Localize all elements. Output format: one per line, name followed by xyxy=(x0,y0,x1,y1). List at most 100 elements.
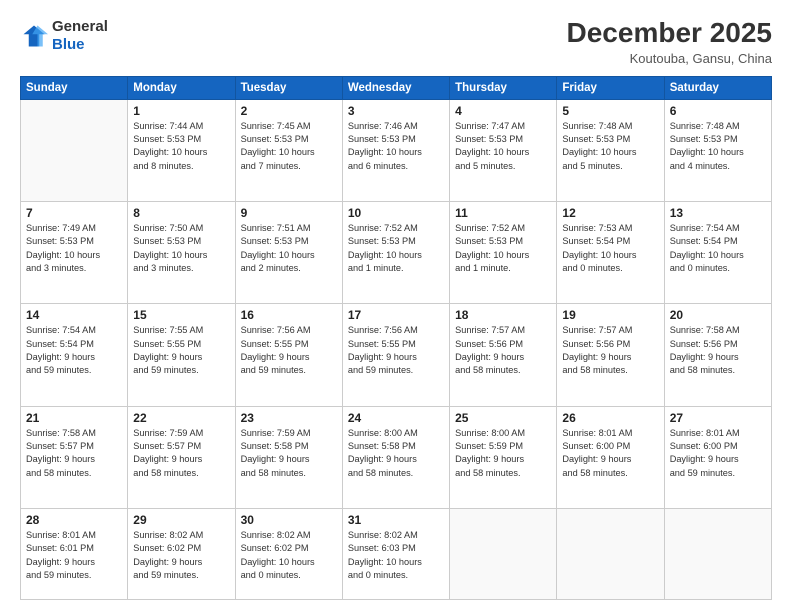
calendar-header-row: SundayMondayTuesdayWednesdayThursdayFrid… xyxy=(21,76,772,99)
day-info: Sunrise: 7:52 AM Sunset: 5:53 PM Dayligh… xyxy=(455,222,551,275)
day-header-wednesday: Wednesday xyxy=(342,76,449,99)
day-info: Sunrise: 7:50 AM Sunset: 5:53 PM Dayligh… xyxy=(133,222,229,275)
day-info: Sunrise: 7:48 AM Sunset: 5:53 PM Dayligh… xyxy=(670,120,766,173)
day-info: Sunrise: 7:48 AM Sunset: 5:53 PM Dayligh… xyxy=(562,120,658,173)
logo: General Blue xyxy=(20,18,108,54)
day-info: Sunrise: 7:54 AM Sunset: 5:54 PM Dayligh… xyxy=(670,222,766,275)
calendar-week-row: 21 Sunrise: 7:58 AM Sunset: 5:57 PM Dayli… xyxy=(21,406,772,508)
day-header-sunday: Sunday xyxy=(21,76,128,99)
day-number: 12 xyxy=(562,206,658,220)
day-info: Sunrise: 7:49 AM Sunset: 5:53 PM Dayligh… xyxy=(26,222,122,275)
day-info: Sunrise: 8:00 AM Sunset: 5:59 PM Dayligh… xyxy=(455,427,551,480)
day-number: 3 xyxy=(348,104,444,118)
day-info: Sunrise: 7:53 AM Sunset: 5:54 PM Dayligh… xyxy=(562,222,658,275)
calendar-cell: 13Sunrise: 7:54 AM Sunset: 5:54 PM Dayli… xyxy=(664,202,771,304)
day-number: 25 xyxy=(455,411,551,425)
calendar-week-row: 7 Sunrise: 7:49 AM Sunset: 5:53 PM Daylig… xyxy=(21,202,772,304)
calendar-cell xyxy=(21,99,128,201)
day-header-friday: Friday xyxy=(557,76,664,99)
calendar-cell: 11 Sunrise: 7:52 AM Sunset: 5:53 PM Dayli… xyxy=(450,202,557,304)
calendar-cell: 10 Sunrise: 7:52 AM Sunset: 5:53 PM Dayli… xyxy=(342,202,449,304)
day-number: 7 xyxy=(26,206,122,220)
calendar-cell: 9 Sunrise: 7:51 AM Sunset: 5:53 PM Daylig… xyxy=(235,202,342,304)
day-header-thursday: Thursday xyxy=(450,76,557,99)
calendar-cell: 30 Sunrise: 8:02 AM Sunset: 6:02 PM Dayli… xyxy=(235,508,342,599)
day-info: Sunrise: 7:57 AM Sunset: 5:56 PM Dayligh… xyxy=(562,324,658,377)
day-number: 21 xyxy=(26,411,122,425)
calendar-cell: 28 Sunrise: 8:01 AM Sunset: 6:01 PM Dayli… xyxy=(21,508,128,599)
day-number: 18 xyxy=(455,308,551,322)
day-header-saturday: Saturday xyxy=(664,76,771,99)
calendar-week-row: 14Sunrise: 7:54 AM Sunset: 5:54 PM Dayli… xyxy=(21,304,772,406)
day-info: Sunrise: 8:02 AM Sunset: 6:02 PM Dayligh… xyxy=(241,529,337,582)
day-info: Sunrise: 7:55 AM Sunset: 5:55 PM Dayligh… xyxy=(133,324,229,377)
calendar-cell: 15 Sunrise: 7:55 AM Sunset: 5:55 PM Dayli… xyxy=(128,304,235,406)
day-info: Sunrise: 8:01 AM Sunset: 6:01 PM Dayligh… xyxy=(26,529,122,582)
calendar-cell xyxy=(557,508,664,599)
calendar-cell: 2 Sunrise: 7:45 AM Sunset: 5:53 PM Daylig… xyxy=(235,99,342,201)
calendar-cell: 4 Sunrise: 7:47 AM Sunset: 5:53 PM Daylig… xyxy=(450,99,557,201)
day-info: Sunrise: 7:44 AM Sunset: 5:53 PM Dayligh… xyxy=(133,120,229,173)
day-info: Sunrise: 7:52 AM Sunset: 5:53 PM Dayligh… xyxy=(348,222,444,275)
day-number: 17 xyxy=(348,308,444,322)
day-header-monday: Monday xyxy=(128,76,235,99)
day-number: 8 xyxy=(133,206,229,220)
day-info: Sunrise: 8:02 AM Sunset: 6:03 PM Dayligh… xyxy=(348,529,444,582)
day-number: 22 xyxy=(133,411,229,425)
day-number: 4 xyxy=(455,104,551,118)
day-number: 24 xyxy=(348,411,444,425)
day-number: 9 xyxy=(241,206,337,220)
calendar-cell: 27Sunrise: 8:01 AM Sunset: 6:00 PM Dayli… xyxy=(664,406,771,508)
calendar-cell: 24 Sunrise: 8:00 AM Sunset: 5:58 PM Dayli… xyxy=(342,406,449,508)
day-info: Sunrise: 7:51 AM Sunset: 5:53 PM Dayligh… xyxy=(241,222,337,275)
day-number: 20 xyxy=(670,308,766,322)
calendar-cell: 23 Sunrise: 7:59 AM Sunset: 5:58 PM Dayli… xyxy=(235,406,342,508)
calendar-table: SundayMondayTuesdayWednesdayThursdayFrid… xyxy=(20,76,772,600)
day-number: 19 xyxy=(562,308,658,322)
calendar-cell: 19 Sunrise: 7:57 AM Sunset: 5:56 PM Dayli… xyxy=(557,304,664,406)
month-title: December 2025 xyxy=(567,18,772,49)
calendar-cell: 22 Sunrise: 7:59 AM Sunset: 5:57 PM Dayli… xyxy=(128,406,235,508)
day-number: 16 xyxy=(241,308,337,322)
day-info: Sunrise: 7:57 AM Sunset: 5:56 PM Dayligh… xyxy=(455,324,551,377)
day-info: Sunrise: 7:45 AM Sunset: 5:53 PM Dayligh… xyxy=(241,120,337,173)
day-number: 10 xyxy=(348,206,444,220)
logo-general: General xyxy=(52,18,108,36)
day-number: 29 xyxy=(133,513,229,527)
day-info: Sunrise: 8:00 AM Sunset: 5:58 PM Dayligh… xyxy=(348,427,444,480)
calendar-cell: 3Sunrise: 7:46 AM Sunset: 5:53 PM Daylig… xyxy=(342,99,449,201)
day-number: 5 xyxy=(562,104,658,118)
calendar-cell: 12 Sunrise: 7:53 AM Sunset: 5:54 PM Dayli… xyxy=(557,202,664,304)
day-info: Sunrise: 7:59 AM Sunset: 5:57 PM Dayligh… xyxy=(133,427,229,480)
day-info: Sunrise: 8:01 AM Sunset: 6:00 PM Dayligh… xyxy=(562,427,658,480)
calendar-cell: 16Sunrise: 7:56 AM Sunset: 5:55 PM Dayli… xyxy=(235,304,342,406)
calendar-cell: 7 Sunrise: 7:49 AM Sunset: 5:53 PM Daylig… xyxy=(21,202,128,304)
header: General Blue December 2025 Koutouba, Gan… xyxy=(20,18,772,66)
day-number: 23 xyxy=(241,411,337,425)
title-block: December 2025 Koutouba, Gansu, China xyxy=(567,18,772,66)
day-number: 2 xyxy=(241,104,337,118)
day-number: 31 xyxy=(348,513,444,527)
calendar-cell: 5 Sunrise: 7:48 AM Sunset: 5:53 PM Daylig… xyxy=(557,99,664,201)
day-info: Sunrise: 7:59 AM Sunset: 5:58 PM Dayligh… xyxy=(241,427,337,480)
calendar-cell: 31 Sunrise: 8:02 AM Sunset: 6:03 PM Dayli… xyxy=(342,508,449,599)
day-info: Sunrise: 7:58 AM Sunset: 5:57 PM Dayligh… xyxy=(26,427,122,480)
day-number: 6 xyxy=(670,104,766,118)
page: General Blue December 2025 Koutouba, Gan… xyxy=(0,0,792,612)
logo-blue: Blue xyxy=(52,36,108,54)
day-info: Sunrise: 8:02 AM Sunset: 6:02 PM Dayligh… xyxy=(133,529,229,582)
day-info: Sunrise: 8:01 AM Sunset: 6:00 PM Dayligh… xyxy=(670,427,766,480)
day-number: 11 xyxy=(455,206,551,220)
calendar-cell: 17Sunrise: 7:56 AM Sunset: 5:55 PM Dayli… xyxy=(342,304,449,406)
day-number: 28 xyxy=(26,513,122,527)
calendar-cell xyxy=(664,508,771,599)
day-number: 30 xyxy=(241,513,337,527)
calendar-cell: 1Sunrise: 7:44 AM Sunset: 5:53 PM Daylig… xyxy=(128,99,235,201)
calendar-cell: 18 Sunrise: 7:57 AM Sunset: 5:56 PM Dayli… xyxy=(450,304,557,406)
day-number: 14 xyxy=(26,308,122,322)
day-number: 26 xyxy=(562,411,658,425)
day-info: Sunrise: 7:47 AM Sunset: 5:53 PM Dayligh… xyxy=(455,120,551,173)
day-info: Sunrise: 7:58 AM Sunset: 5:56 PM Dayligh… xyxy=(670,324,766,377)
calendar-cell: 26 Sunrise: 8:01 AM Sunset: 6:00 PM Dayli… xyxy=(557,406,664,508)
day-number: 15 xyxy=(133,308,229,322)
